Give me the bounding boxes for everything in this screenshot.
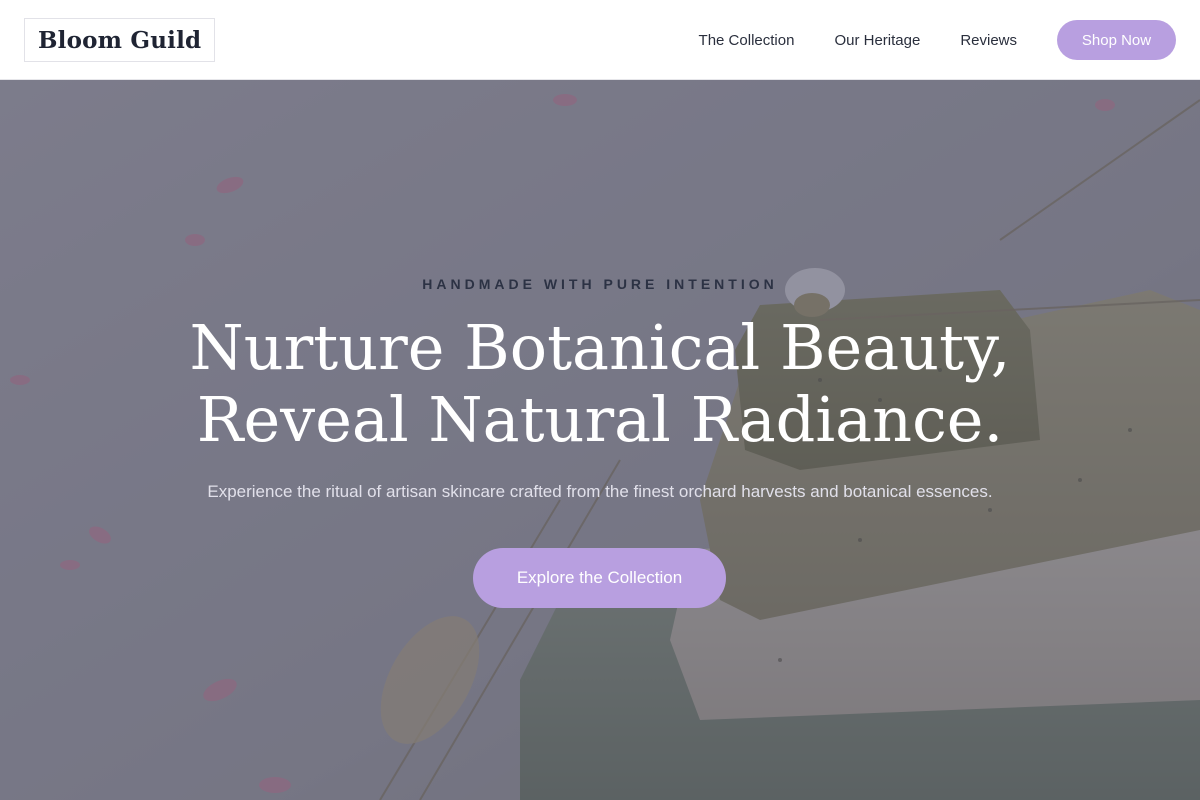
- nav-link-heritage[interactable]: Our Heritage: [834, 32, 920, 49]
- hero-section: HANDMADE WITH PURE INTENTION Nurture Bot…: [0, 80, 1200, 800]
- site-header: Bloom Guild The Collection Our Heritage …: [0, 0, 1200, 80]
- nav-link-collection[interactable]: The Collection: [699, 32, 795, 49]
- brand-logo[interactable]: Bloom Guild: [24, 18, 216, 62]
- explore-collection-button[interactable]: Explore the Collection: [473, 548, 726, 608]
- hero-content: HANDMADE WITH PURE INTENTION Nurture Bot…: [0, 80, 1200, 800]
- nav-link-reviews[interactable]: Reviews: [960, 32, 1017, 49]
- hero-headline-line2: Reveal Natural Radiance.: [196, 383, 1004, 456]
- hero-subtext: Experience the ritual of artisan skincar…: [207, 482, 993, 501]
- shop-now-button[interactable]: Shop Now: [1057, 20, 1176, 60]
- hero-headline-line1: Nurture Botanical Beauty,: [189, 311, 1011, 384]
- main-nav: The Collection Our Heritage Reviews Shop…: [699, 20, 1176, 60]
- hero-headline: Nurture Botanical Beauty, Reveal Natural…: [0, 312, 1200, 456]
- hero-eyebrow: HANDMADE WITH PURE INTENTION: [422, 276, 778, 292]
